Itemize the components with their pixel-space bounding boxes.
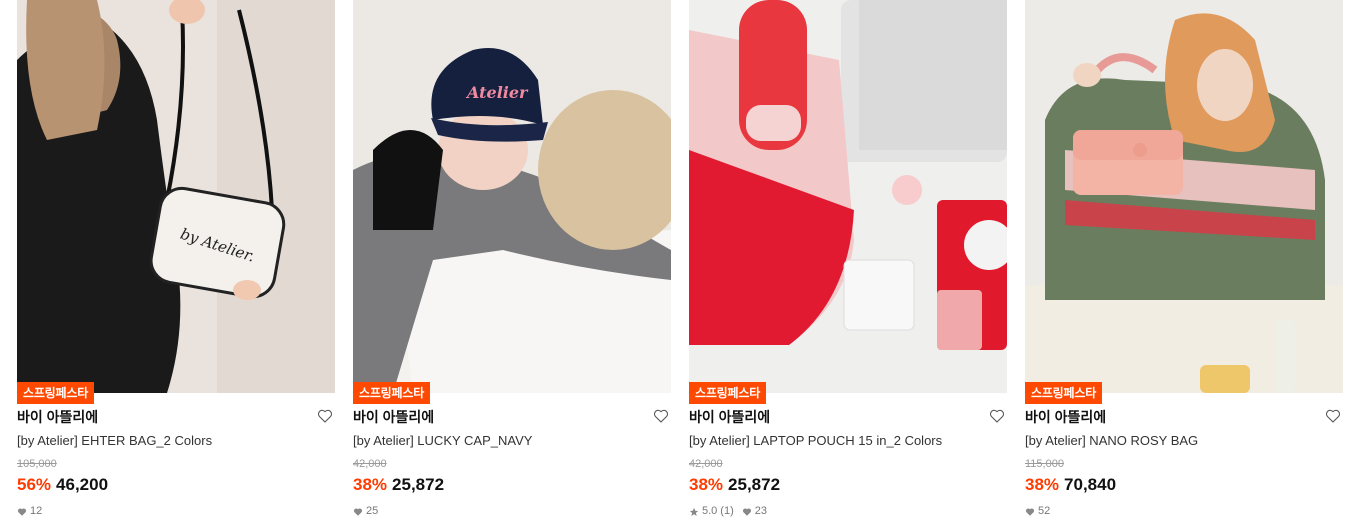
product-meta: 5.0 (1) 23 — [689, 505, 767, 518]
product-card[interactable]: by Atelier. 스프링페스타 바이 아뜰리에 [by Atelier] … — [17, 0, 335, 526]
rating-value: 5.0 — [702, 505, 718, 517]
product-name[interactable]: [by Atelier] NANO ROSY BAG — [1025, 433, 1325, 449]
wishlist-heart-icon[interactable] — [653, 408, 671, 426]
price-row: 56% 46,200 — [17, 475, 108, 496]
original-price: 42,000 — [689, 458, 723, 470]
product-meta: 25 — [353, 505, 378, 518]
review-count: (1) — [720, 505, 734, 517]
product-card[interactable]: 스프링페스타 바이 아뜰리에 [by Atelier] NANO ROSY BA… — [1025, 0, 1343, 526]
like-count: 52 — [1038, 505, 1051, 517]
original-price: 105,000 — [17, 458, 57, 470]
product-card[interactable]: Atelier 스프링페스타 바이 아뜰리에 [by Atelier] LUCK… — [353, 0, 671, 526]
brand-name[interactable]: 바이 아뜰리에 — [689, 408, 770, 426]
product-meta: 52 — [1025, 505, 1050, 518]
wishlist-heart-icon[interactable] — [317, 408, 335, 426]
product-meta: 12 — [17, 505, 42, 518]
original-price: 42,000 — [353, 458, 387, 470]
discount-rate: 56% — [17, 475, 52, 494]
heart-icon — [1025, 507, 1035, 517]
price-row: 38% 70,840 — [1025, 475, 1116, 496]
like-count: 23 — [754, 505, 767, 517]
star-icon — [689, 507, 699, 517]
product-image[interactable]: Atelier — [353, 0, 671, 393]
sale-price: 25,872 — [392, 475, 445, 494]
product-card[interactable]: 스프링페스타 바이 아뜰리에 [by Atelier] LAPTOP POUCH… — [689, 0, 1007, 526]
brand-name[interactable]: 바이 아뜰리에 — [1025, 408, 1106, 426]
promo-badge: 스프링페스타 — [353, 382, 431, 404]
promo-badge: 스프링페스타 — [17, 382, 95, 404]
pink-bag-photo-icon — [1025, 0, 1343, 393]
heart-icon — [742, 507, 752, 517]
price-row: 38% 25,872 — [353, 475, 444, 496]
original-price: 115,000 — [1025, 458, 1064, 470]
laptop-pouch-photo-icon — [689, 0, 1007, 393]
cap-logo-text: Atelier — [465, 83, 529, 102]
wishlist-heart-icon[interactable] — [989, 408, 1007, 426]
product-name[interactable]: [by Atelier] LUCKY CAP_NAVY — [353, 433, 653, 449]
like-count: 12 — [30, 505, 43, 517]
wishlist-heart-icon[interactable] — [1325, 408, 1343, 426]
promo-badge: 스프링페스타 — [689, 382, 767, 404]
sale-price: 25,872 — [728, 475, 781, 494]
sale-price: 46,200 — [56, 475, 109, 494]
discount-rate: 38% — [1025, 475, 1060, 494]
product-image[interactable] — [689, 0, 1007, 393]
discount-rate: 38% — [689, 475, 724, 494]
sale-price: 70,840 — [1064, 475, 1117, 494]
product-image[interactable]: by Atelier. — [17, 0, 335, 393]
brand-name[interactable]: 바이 아뜰리에 — [353, 408, 434, 426]
product-image[interactable] — [1025, 0, 1343, 393]
handbag-white-photo-icon: by Atelier. — [17, 0, 335, 393]
promo-badge: 스프링페스타 — [1025, 382, 1103, 404]
product-grid: by Atelier. 스프링페스타 바이 아뜰리에 [by Atelier] … — [0, 0, 1359, 526]
like-count: 25 — [366, 505, 379, 517]
product-name[interactable]: [by Atelier] EHTER BAG_2 Colors — [17, 433, 317, 449]
heart-icon — [17, 507, 27, 517]
discount-rate: 38% — [353, 475, 388, 494]
price-row: 38% 25,872 — [689, 475, 780, 496]
brand-name[interactable]: 바이 아뜰리에 — [17, 408, 98, 426]
heart-icon — [353, 507, 363, 517]
product-name[interactable]: [by Atelier] LAPTOP POUCH 15 in_2 Colors — [689, 433, 989, 449]
navy-cap-photo-icon: Atelier — [353, 0, 671, 393]
